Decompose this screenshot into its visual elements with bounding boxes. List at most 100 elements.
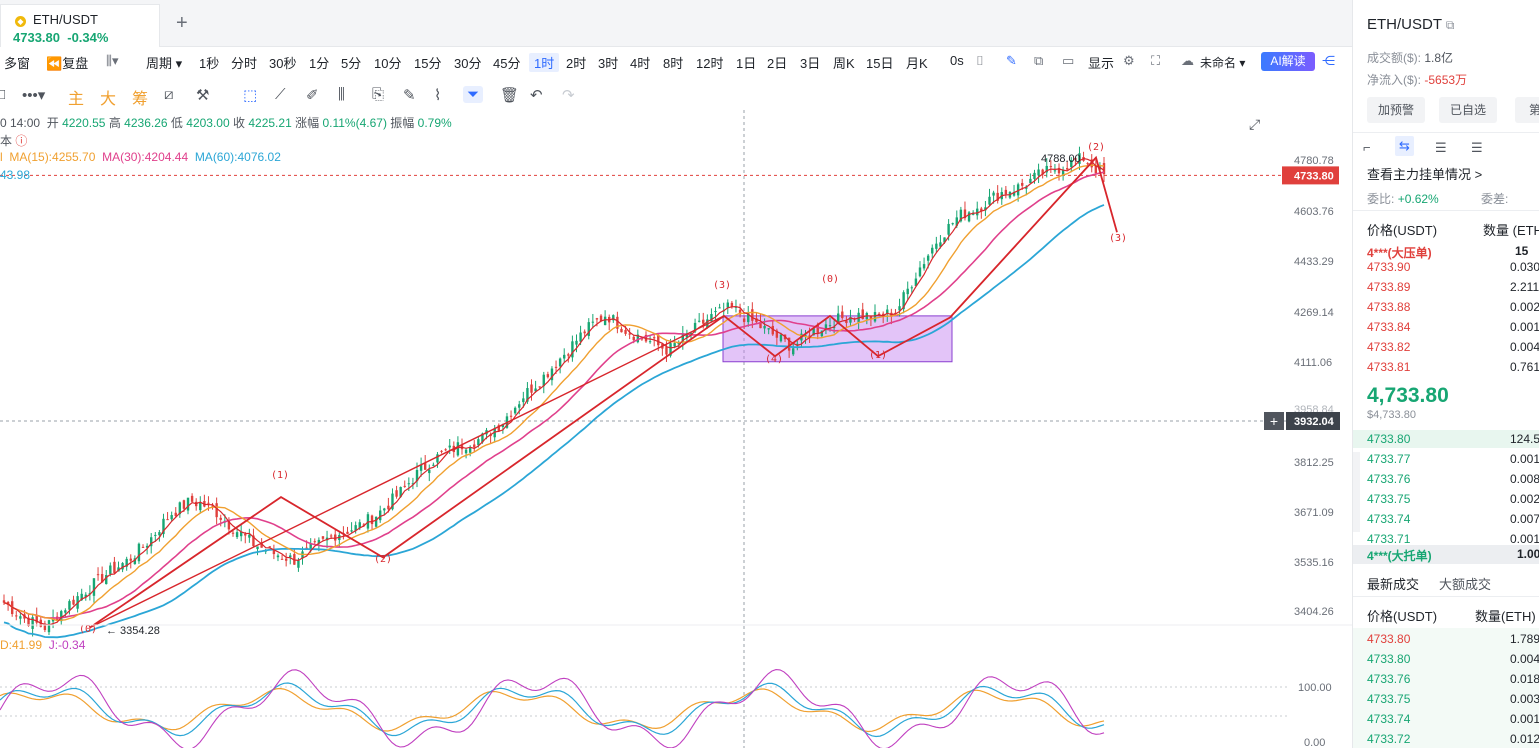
wave-label: (2) xyxy=(374,554,392,565)
tab-strip: ◆ ETH/USDT 4733.80 -0.34% + xyxy=(0,0,1352,47)
window-icon[interactable]: ⧉ xyxy=(1034,53,1043,69)
big-order-button[interactable]: 大 xyxy=(100,85,116,109)
view-bids-icon[interactable]: ☰ xyxy=(1471,140,1483,156)
more-icon[interactable]: •••▾ xyxy=(22,86,45,104)
watchlist-button[interactable]: 已自选 xyxy=(1439,97,1497,123)
layout-icon[interactable]: ▭ xyxy=(1062,53,1074,69)
period-11[interactable]: 3时 xyxy=(598,53,618,72)
period-7[interactable]: 30分 xyxy=(454,53,481,72)
period-2[interactable]: 30秒 xyxy=(269,53,296,72)
tools-icon[interactable]: ⚒ xyxy=(196,86,209,104)
kdj-j-line xyxy=(0,669,1105,748)
period-17[interactable]: 3日 xyxy=(800,53,820,72)
period-6[interactable]: 15分 xyxy=(414,53,441,72)
candles-icon[interactable]: ⫼ xyxy=(338,86,345,103)
current-price-label: 4733.80 xyxy=(1294,170,1334,182)
indicator-icon[interactable]: ⧄ xyxy=(164,86,174,103)
pen-icon[interactable]: ✎ xyxy=(1006,53,1017,69)
trading-app: ◆ ETH/USDT 4733.80 -0.34% + 多窗 ⏪复盘 ⫼▾ 周期… xyxy=(0,0,1539,748)
add-alert-button[interactable]: 加预警 xyxy=(1367,97,1425,123)
candle xyxy=(15,615,18,617)
candle xyxy=(918,267,922,277)
period-14[interactable]: 12时 xyxy=(696,53,723,72)
undo-icon[interactable]: ↶ xyxy=(530,86,543,104)
candle xyxy=(673,343,676,347)
candle xyxy=(256,546,259,550)
select-icon[interactable]: ⬚ xyxy=(243,86,257,104)
display-button[interactable]: 显示 xyxy=(1088,53,1114,72)
period-0[interactable]: 1秒 xyxy=(199,53,219,72)
expand-icon[interactable]: ⤢ xyxy=(1249,116,1260,133)
chart-area[interactable]: (0) (1) (2) (3) (4) (0) (1) (2) (3) 4788.00 ← 3354… xyxy=(0,110,1352,748)
candle xyxy=(374,516,378,527)
collapse-handle[interactable] xyxy=(1353,452,1360,532)
tab-symbol: ETH/USDT xyxy=(33,12,98,27)
redo-icon[interactable]: ↷ xyxy=(562,86,575,104)
candle xyxy=(718,307,721,309)
view-both-icon[interactable]: ⌐ xyxy=(1363,140,1371,155)
period-4[interactable]: 5分 xyxy=(341,53,361,72)
orderbook-link[interactable]: 查看主力挂单情况 > xyxy=(1367,164,1482,183)
period-16[interactable]: 2日 xyxy=(767,53,787,72)
price-chart[interactable]: (0) (1) (2) (3) (4) (0) (1) (2) (3) 4788.00 ← 3354… xyxy=(0,110,1352,748)
camera-icon[interactable]: ⌷ xyxy=(976,53,984,69)
period-20[interactable]: 月K xyxy=(906,53,928,72)
period-1[interactable]: 分时 xyxy=(231,53,257,72)
gear-icon[interactable]: ⚙ xyxy=(1123,53,1135,69)
candle xyxy=(1086,163,1089,165)
fullscreen-icon[interactable]: ⛶ xyxy=(1151,53,1160,69)
candle xyxy=(947,223,950,235)
ai-analysis-button[interactable]: AI解读 xyxy=(1261,52,1315,71)
candle xyxy=(583,331,586,334)
period-12[interactable]: 4时 xyxy=(630,53,650,72)
y-axis-tick: 3404.26 xyxy=(1294,606,1334,618)
ruler-icon[interactable]: ⟋ xyxy=(275,86,286,103)
candle xyxy=(1029,178,1032,184)
candle xyxy=(68,601,71,610)
brush-icon[interactable]: ✐ xyxy=(306,86,319,104)
tab-latest-trades[interactable]: 最新成交 xyxy=(1367,574,1419,593)
note-icon[interactable]: ✎ xyxy=(403,86,416,104)
candle-type-icon[interactable]: ⫼▾ xyxy=(106,53,119,69)
candle xyxy=(440,450,443,452)
main-indicator-button[interactable]: 主 xyxy=(68,85,84,109)
tab-big-trades[interactable]: 大额成交 xyxy=(1439,574,1491,593)
multi-window-button[interactable]: 多窗 xyxy=(4,53,30,72)
candle xyxy=(648,341,652,343)
replay-button[interactable]: ⏪复盘 xyxy=(46,53,88,72)
y-axis-tick: 3812.25 xyxy=(1294,457,1334,469)
period-13[interactable]: 8时 xyxy=(663,53,683,72)
kdj-d-line xyxy=(0,687,1105,733)
more-button[interactable]: 第 xyxy=(1515,97,1539,123)
candle xyxy=(873,312,877,322)
share-icon[interactable]: ⋲ xyxy=(1322,53,1335,69)
trash-icon[interactable]: 🗑 xyxy=(500,86,519,104)
period-15[interactable]: 1日 xyxy=(736,53,756,72)
osc-axis-low: 0.00 xyxy=(1304,737,1325,748)
period-18[interactable]: 周K xyxy=(833,53,855,72)
add-tab-button[interactable]: + xyxy=(176,12,188,35)
period-9[interactable]: 1时 xyxy=(529,53,560,72)
period-dropdown[interactable]: 周期 ▾ xyxy=(146,53,182,72)
period-3[interactable]: 1分 xyxy=(309,53,329,72)
tab-eth-usdt[interactable]: ◆ ETH/USDT 4733.80 -0.34% xyxy=(0,4,160,47)
text-icon[interactable]: ⎘ xyxy=(372,86,384,103)
magnet-icon[interactable]: ⌇ xyxy=(434,86,441,104)
square-icon[interactable]: □ xyxy=(0,86,5,103)
order-ratio: 委比: +0.62% xyxy=(1367,192,1439,206)
period-8[interactable]: 45分 xyxy=(493,53,520,72)
period-5[interactable]: 10分 xyxy=(374,53,401,72)
candle xyxy=(595,318,599,320)
cloud-icon[interactable]: ☁ xyxy=(1181,53,1194,69)
layout-name-dropdown[interactable]: 未命名 ▾ xyxy=(1200,54,1245,71)
view-asks-icon[interactable]: ☰ xyxy=(1435,140,1447,156)
seconds-label[interactable]: 0s xyxy=(950,53,964,68)
candle xyxy=(509,415,513,417)
period-19[interactable]: 15日 xyxy=(866,53,893,72)
view-split-icon[interactable]: ⇆ xyxy=(1395,136,1414,156)
chips-button[interactable]: 筹 xyxy=(132,85,148,109)
candle xyxy=(1065,168,1069,170)
filter-icon[interactable]: ⏷ xyxy=(463,86,484,103)
low-annotation: ← 3354.28 xyxy=(106,625,160,637)
period-10[interactable]: 2时 xyxy=(566,53,586,72)
